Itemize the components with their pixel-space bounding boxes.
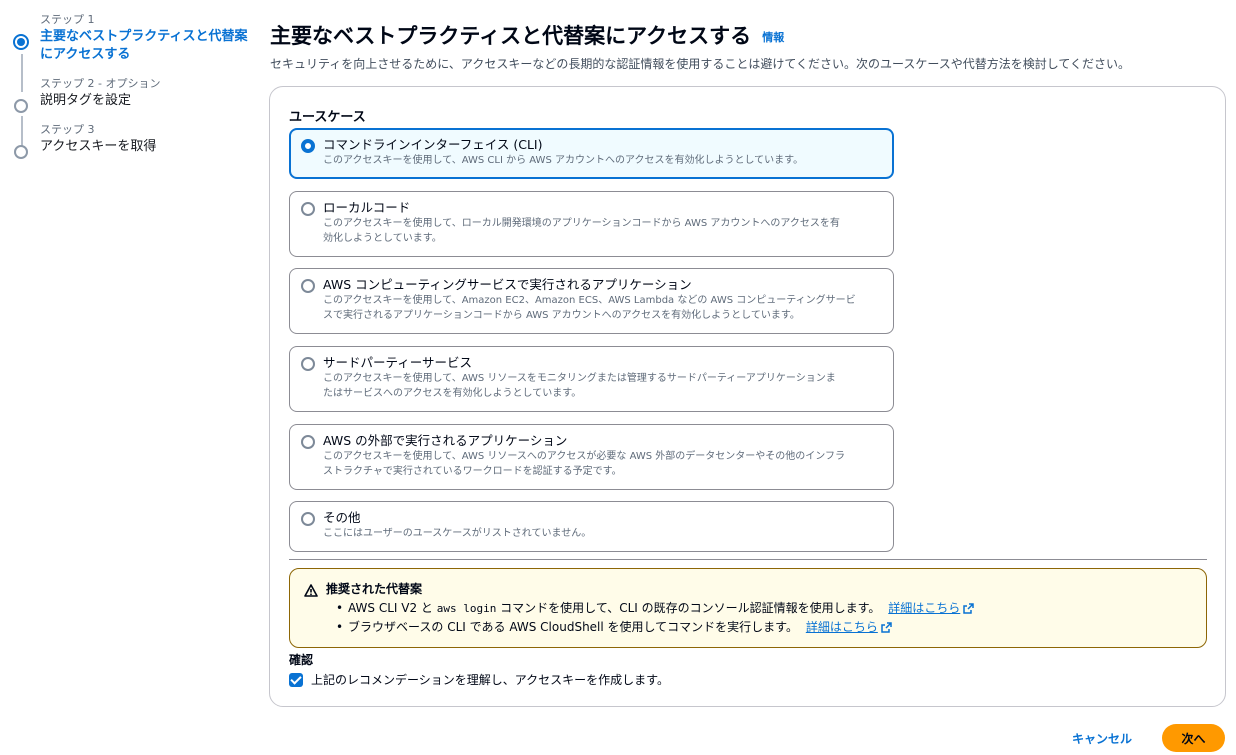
step-2[interactable]: ステップ 2 - オプション 説明タグを設定 [14, 76, 254, 113]
learn-more-link[interactable]: 詳細はこちら [888, 601, 960, 615]
wizard-stepper: ステップ 1 主要なベストプラクティスと代替案 にアクセスする ステップ 2 -… [13, 12, 254, 170]
use-case-option-cli[interactable]: コマンドラインインターフェイス (CLI) このアクセスキーを使用して、AWS … [289, 128, 894, 179]
option-description: このアクセスキーを使用して、Amazon EC2、Amazon ECS、AWS … [323, 295, 856, 306]
learn-more-link[interactable]: 詳細はこちら [806, 620, 878, 634]
use-case-label: ユースケース [289, 110, 366, 125]
step-1[interactable]: ステップ 1 主要なベストプラクティスと代替案 にアクセスする [13, 12, 254, 64]
option-label: AWS コンピューティングサービスで実行されるアプリケーション [323, 277, 692, 292]
use-case-option-compute-service[interactable]: AWS コンピューティングサービスで実行されるアプリケーション このアクセスキー… [289, 268, 894, 334]
divider [289, 559, 1207, 560]
step-3[interactable]: ステップ 3 アクセスキーを取得 [14, 122, 254, 159]
option-description: ここにはユーザーのユースケースがリストされていません。 [323, 528, 592, 539]
alert-item-text: AWS CLI V2 と [348, 601, 437, 615]
external-link-icon[interactable] [881, 622, 892, 633]
confirmation-checkbox-row[interactable]: 上記のレコメンデーションを理解し、アクセスキーを作成します。 [289, 671, 669, 688]
option-description-line-2: たはサービスへのアクセスを有効化しようとしています。 [323, 388, 582, 399]
option-description-line-2: スで実行されるアプリケーションコードから AWS アカウントへのアクセスを有効化… [323, 310, 800, 321]
step-number: ステップ 1 [40, 13, 95, 26]
use-case-container: ユースケース コマンドラインインターフェイス (CLI) このアクセスキーを使用… [269, 86, 1226, 707]
option-label: コマンドラインインターフェイス (CLI) [323, 137, 543, 152]
step-title-line-2: にアクセスする [40, 47, 131, 62]
page-header: 主要なベストプラクティスと代替案にアクセスする 情報 セキュリティを向上させるた… [270, 20, 1220, 72]
alternatives-list: AWS CLI V2 と aws login コマンドを使用して、CLI の既存… [336, 599, 1192, 637]
use-case-option-outside-aws[interactable]: AWS の外部で実行されるアプリケーション このアクセスキーを使用して、AWS … [289, 424, 894, 490]
inline-code: aws login [436, 602, 497, 615]
radio-selected-icon[interactable] [301, 139, 315, 153]
option-label: その他 [323, 510, 361, 525]
cancel-button[interactable]: キャンセル [1072, 730, 1132, 747]
step-title: 説明タグを設定 [40, 93, 132, 108]
option-description: このアクセスキーを使用して、ローカル開発環境のアプリケーションコードから AWS… [323, 218, 840, 229]
option-description-line-2: 効化しようとしています。 [323, 233, 442, 244]
confirmation-checkbox-label[interactable]: 上記のレコメンデーションを理解し、アクセスキーを作成します。 [311, 671, 669, 688]
use-case-option-local-code[interactable]: ローカルコード このアクセスキーを使用して、ローカル開発環境のアプリケーションコ… [289, 191, 894, 257]
radio-icon[interactable] [301, 202, 315, 216]
option-description: このアクセスキーを使用して、AWS CLI から AWS アカウントへのアクセス… [323, 155, 804, 166]
step-current-icon [13, 34, 29, 50]
option-description: このアクセスキーを使用して、AWS リソースをモニタリングまたは管理するサードパ… [323, 373, 836, 384]
alert-item-text: ブラウザベースの CLI である AWS CloudShell を使用してコマン… [348, 620, 798, 634]
list-item: ブラウザベースの CLI である AWS CloudShell を使用してコマン… [336, 618, 1192, 637]
external-link-icon[interactable] [963, 603, 975, 614]
confirmation-checkbox[interactable] [289, 672, 303, 687]
alternatives-alert: 推奨された代替案 AWS CLI V2 と aws login コマンドを使用し… [289, 568, 1207, 648]
warning-icon [304, 584, 318, 597]
option-label: ローカルコード [323, 200, 411, 215]
radio-icon[interactable] [301, 435, 315, 449]
use-case-option-other[interactable]: その他 ここにはユーザーのユースケースがリストされていません。 [289, 501, 894, 552]
option-description: このアクセスキーを使用して、AWS リソースへのアクセスが必要な AWS 外部の… [323, 451, 845, 462]
step-pending-icon [14, 99, 28, 113]
step-title: 主要なベストプラクティスと代替案 [40, 29, 248, 44]
step-number: ステップ 2 - オプション [40, 77, 161, 90]
alert-title: 推奨された代替案 [326, 582, 423, 596]
page-description: セキュリティを向上させるために、アクセスキーなどの長期的な認証情報を使用すること… [270, 57, 1131, 71]
page-title: 主要なベストプラクティスと代替案にアクセスする [270, 24, 752, 48]
alert-item-text: コマンドを使用して、CLI の既存のコンソール認証情報を使用します。 [496, 601, 881, 615]
option-label: サードパーティーサービス [323, 355, 473, 370]
step-pending-icon [14, 145, 28, 159]
step-number: ステップ 3 [40, 123, 95, 136]
list-item: AWS CLI V2 と aws login コマンドを使用して、CLI の既存… [336, 599, 1192, 618]
next-button[interactable]: 次へ [1162, 724, 1225, 752]
radio-icon[interactable] [301, 357, 315, 371]
option-description-line-2: ストラクチャで実行されているワークロードを認証する予定です。 [323, 466, 622, 477]
info-link[interactable]: 情報 [762, 31, 784, 44]
radio-icon[interactable] [301, 279, 315, 293]
radio-icon[interactable] [301, 512, 315, 526]
option-label: AWS の外部で実行されるアプリケーション [323, 433, 568, 448]
step-title: アクセスキーを取得 [40, 139, 157, 154]
use-case-option-third-party[interactable]: サードパーティーサービス このアクセスキーを使用して、AWS リソースをモニタリ… [289, 346, 894, 412]
confirmation-label: 確認 [289, 653, 314, 667]
